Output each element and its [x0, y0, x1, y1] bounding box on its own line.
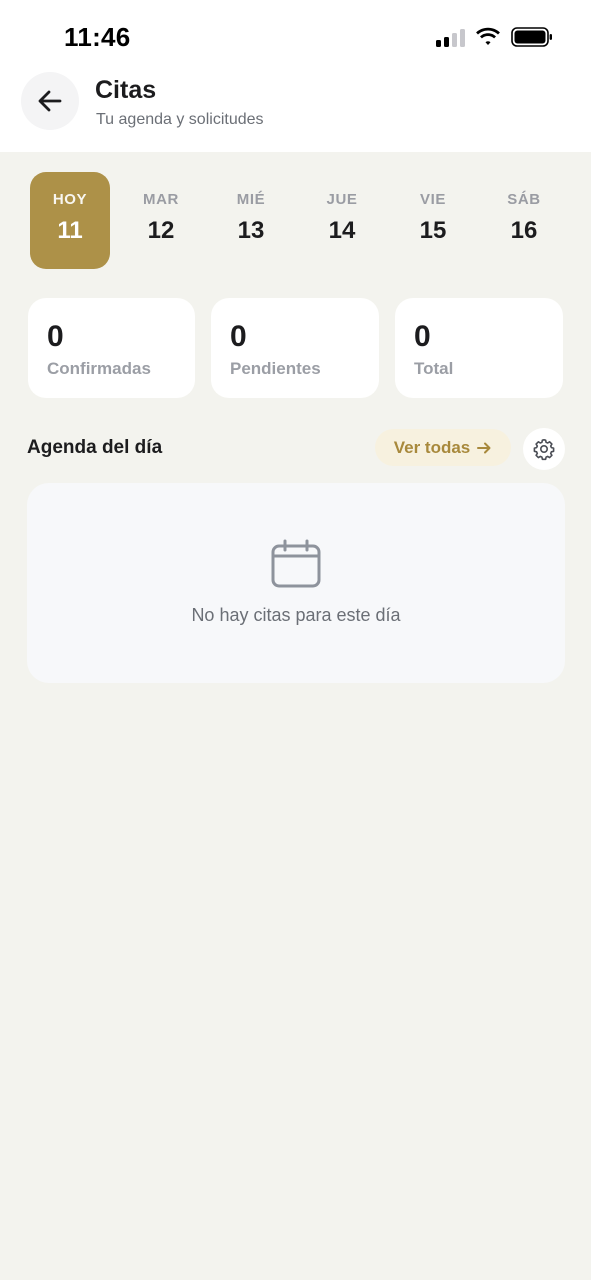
day-item-sab[interactable]: SÁB 16	[484, 172, 564, 269]
status-icons	[436, 27, 553, 47]
gear-icon	[533, 439, 555, 461]
back-button[interactable]	[21, 72, 79, 130]
settings-button[interactable]	[523, 428, 565, 470]
day-selector: HOY 11 MAR 12 MIÉ 13 JUE 14 VIE 15 SÁB 1…	[0, 172, 591, 270]
day-number: 11	[57, 217, 83, 244]
day-item-jue[interactable]: JUE 14	[302, 172, 382, 269]
cellular-signal-icon	[436, 27, 465, 47]
day-name: MIÉ	[236, 191, 266, 208]
stat-value: 0	[414, 320, 431, 353]
section-title: Agenda del día	[27, 437, 163, 458]
empty-state-card: No hay citas para este día	[27, 483, 565, 683]
day-number: 16	[510, 217, 538, 244]
day-name: HOY	[52, 191, 88, 208]
stat-label: Pendientes	[230, 359, 321, 378]
wifi-icon	[476, 27, 500, 45]
stat-value: 0	[47, 320, 64, 353]
day-name: VIE	[420, 191, 446, 208]
day-number: 15	[419, 217, 447, 244]
status-time: 11:46	[64, 22, 131, 52]
page-title: Citas	[95, 76, 157, 104]
day-name: MAR	[143, 191, 179, 208]
arrow-right-icon	[477, 442, 491, 453]
stat-value: 0	[230, 320, 247, 353]
view-all-label: Ver todas	[393, 437, 471, 457]
day-item-mie[interactable]: MIÉ 13	[211, 172, 291, 269]
stat-label: Total	[414, 359, 454, 378]
day-name: JUE	[326, 191, 358, 208]
view-all-button[interactable]: Ver todas	[375, 429, 511, 466]
day-number: 13	[237, 217, 265, 244]
day-number: 12	[147, 217, 175, 244]
header: Citas Tu agenda y solicitudes	[0, 62, 591, 152]
day-item-hoy[interactable]: HOY 11	[30, 172, 110, 269]
arrow-left-icon	[38, 90, 62, 112]
stat-card-confirmadas: 0 Confirmadas	[28, 298, 195, 398]
calendar-icon	[271, 539, 321, 588]
day-item-mar[interactable]: MAR 12	[121, 172, 201, 269]
stat-label: Confirmadas	[47, 359, 151, 378]
battery-icon	[511, 27, 552, 47]
empty-state-text: No hay citas para este día	[191, 605, 401, 625]
day-number: 14	[328, 217, 356, 244]
day-item-vie[interactable]: VIE 15	[393, 172, 473, 269]
day-name: SÁB	[507, 191, 541, 208]
status-bar: 11:46	[0, 0, 591, 62]
stat-card-pendientes: 0 Pendientes	[211, 298, 379, 398]
page-subtitle: Tu agenda y solicitudes	[96, 111, 264, 128]
stat-card-total: 0 Total	[395, 298, 563, 398]
